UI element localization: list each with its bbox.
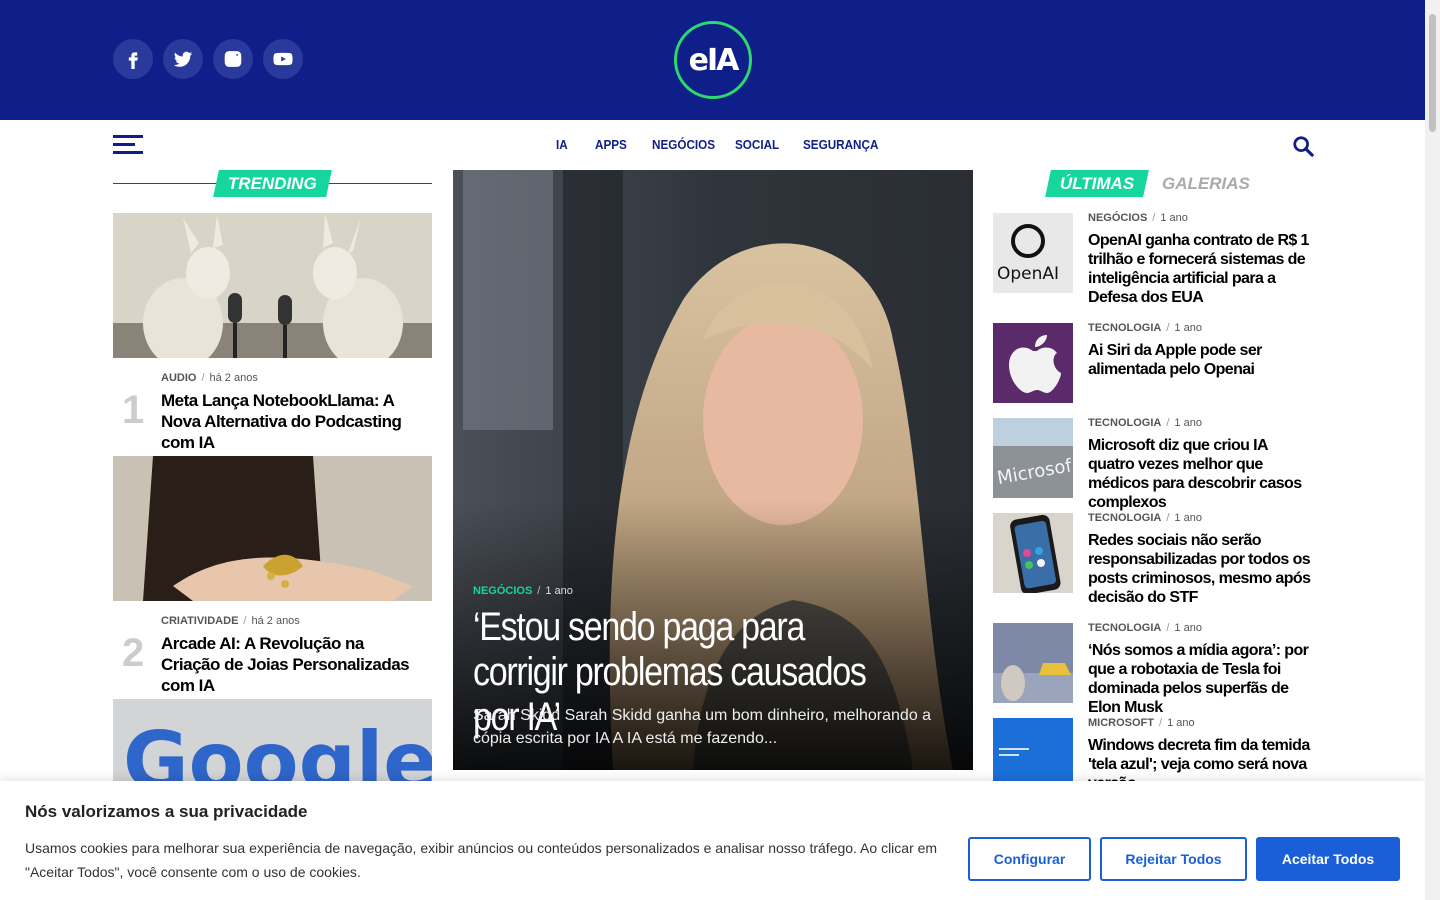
latest-title-4[interactable]: Redes sociais não serão responsabilizada… xyxy=(1088,531,1316,607)
time-label: 1 ano xyxy=(1174,322,1202,334)
trending-rank-2: 2 xyxy=(122,631,145,675)
cookie-text: Usamos cookies para melhorar sua experiê… xyxy=(25,840,938,880)
category-label[interactable]: TECNOLOGIA xyxy=(1088,417,1161,429)
latest-thumb-1[interactable]: OpenAI xyxy=(993,213,1073,293)
hero-excerpt: Sarah Skidd Sarah Skidd ganha um bom din… xyxy=(473,707,932,747)
time-label: 1 ano xyxy=(1160,212,1188,224)
trending-image-3[interactable]: Google xyxy=(113,699,432,781)
hero-time: 1 ano xyxy=(545,585,573,597)
page-scrollbar[interactable] xyxy=(1425,0,1440,900)
latest-meta-6: MICROSOFT/1 ano xyxy=(1088,717,1195,729)
main-nav: IA APPS NEGÓCIOS SOCIAL SEGURANÇA xyxy=(0,120,1425,170)
trending-meta-2: CRIATIVIDADE / há 2 anos xyxy=(161,615,300,627)
time-label: 1 ano xyxy=(1174,512,1202,524)
latest-meta-1: NEGÓCIOS/1 ano xyxy=(1088,212,1188,224)
trending-title-1[interactable]: Meta Lança NotebookLlama: A Nova Alterna… xyxy=(161,390,426,453)
category-label[interactable]: TECNOLOGIA xyxy=(1088,622,1161,634)
latest-thumb-4[interactable] xyxy=(993,513,1073,593)
category-label[interactable]: MICROSOFT xyxy=(1088,717,1154,729)
time-label: 1 ano xyxy=(1174,622,1202,634)
cookie-title: Nós valorizamos a sua privacidade xyxy=(25,802,308,821)
category-label[interactable]: TECNOLOGIA xyxy=(1088,512,1161,524)
openai-thumb-text: OpenAI xyxy=(997,264,1059,284)
facebook-icon[interactable] xyxy=(113,39,153,79)
accept-all-button[interactable]: Aceitar Todos xyxy=(1256,837,1400,881)
trending-image-1[interactable] xyxy=(113,213,432,358)
scrollbar-thumb[interactable] xyxy=(1429,14,1436,132)
menu-icon[interactable] xyxy=(113,135,143,155)
category-label[interactable]: CRIATIVIDADE xyxy=(161,615,238,627)
cookie-banner: Nós valorizamos a sua privacidade Usamos… xyxy=(0,781,1425,900)
category-label[interactable]: NEGÓCIOS xyxy=(1088,212,1147,224)
latest-meta-3: TECNOLOGIA/1 ano xyxy=(1088,417,1202,429)
nav-item-seguranca[interactable]: SEGURANÇA xyxy=(803,137,878,152)
latest-title-2[interactable]: Ai Siri da Apple pode ser alimentada pel… xyxy=(1088,341,1316,379)
category-label[interactable]: TECNOLOGIA xyxy=(1088,322,1161,334)
trending-image-2[interactable] xyxy=(113,456,432,601)
trending-rank-1: 1 xyxy=(122,388,145,432)
trending-title-2[interactable]: Arcade AI: A Revolução na Criação de Joi… xyxy=(161,633,426,696)
latest-thumb-6[interactable] xyxy=(993,718,1073,781)
time-label: há 2 anos xyxy=(209,372,258,384)
latest-thumb-5[interactable] xyxy=(993,623,1073,703)
instagram-icon[interactable] xyxy=(213,39,253,79)
latest-title-5[interactable]: ‘Nós somos a mídia agora’: por que a rob… xyxy=(1088,641,1316,717)
latest-title-3[interactable]: Microsoft diz que criou IA quatro vezes … xyxy=(1088,436,1316,512)
search-icon[interactable] xyxy=(1292,135,1314,157)
nav-item-social[interactable]: SOCIAL xyxy=(735,137,779,152)
nav-item-negocios[interactable]: NEGÓCIOS xyxy=(652,137,715,152)
reject-all-button[interactable]: Rejeitar Todos xyxy=(1100,837,1247,881)
time-label: 1 ano xyxy=(1167,717,1195,729)
hero-category[interactable]: NEGÓCIOS xyxy=(473,585,532,597)
trending-meta-1: AUDIO / há 2 anos xyxy=(161,372,258,384)
trending-label: TRENDING xyxy=(213,170,332,197)
latest-meta-5: TECNOLOGIA/1 ano xyxy=(1088,622,1202,634)
youtube-icon[interactable] xyxy=(263,39,303,79)
latest-meta-2: TECNOLOGIA/1 ano xyxy=(1088,322,1202,334)
nav-item-ia[interactable]: IA xyxy=(556,137,568,152)
logo-text: eIA xyxy=(688,42,740,78)
latest-thumb-3[interactable]: Microsof xyxy=(993,418,1073,498)
nav-item-apps[interactable]: APPS xyxy=(595,137,627,152)
time-label: há 2 anos xyxy=(251,615,300,627)
latest-meta-4: TECNOLOGIA/1 ano xyxy=(1088,512,1202,524)
google-sign-text: Google xyxy=(123,715,432,781)
time-label: 1 ano xyxy=(1174,417,1202,429)
configure-button[interactable]: Configurar xyxy=(968,837,1091,881)
category-label[interactable]: AUDIO xyxy=(161,372,196,384)
latest-title-1[interactable]: OpenAI ganha contrato de R$ 1 trilhão e … xyxy=(1088,231,1316,307)
hero-meta: NEGÓCIOS/1 ano xyxy=(473,585,573,597)
tab-ultimas[interactable]: ÚLTIMAS xyxy=(1045,170,1150,197)
latest-thumb-2[interactable] xyxy=(993,323,1073,403)
site-logo[interactable]: eIA xyxy=(674,21,752,99)
top-header: eIA xyxy=(0,0,1425,120)
twitter-icon[interactable] xyxy=(163,39,203,79)
tab-galerias[interactable]: GALERIAS xyxy=(1162,174,1250,194)
